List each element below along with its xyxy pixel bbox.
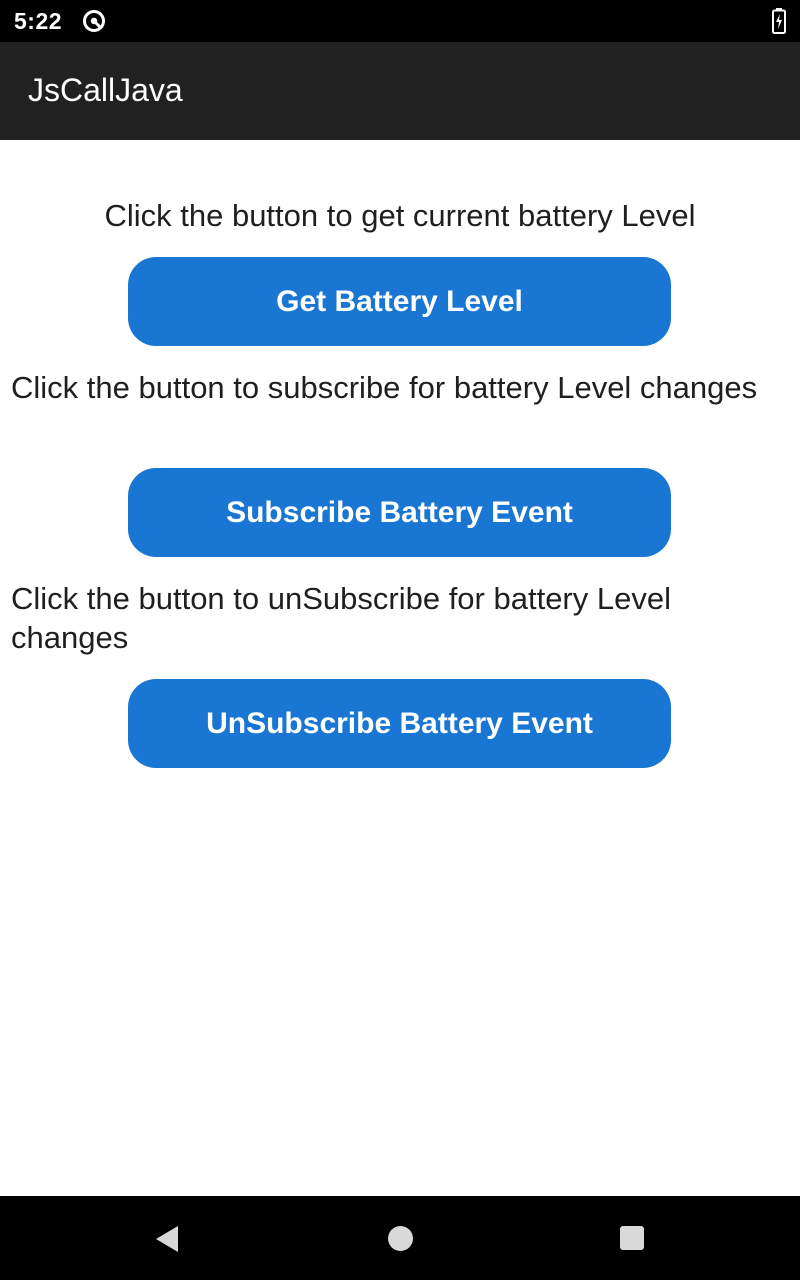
screen: 5:22 JsCallJava Click the button to get … xyxy=(0,0,800,1280)
recents-icon[interactable] xyxy=(620,1226,644,1250)
unsubscribe-prompt: Click the button to unSubscribe for batt… xyxy=(11,581,671,655)
app-bar: JsCallJava xyxy=(0,42,800,140)
do-not-disturb-icon xyxy=(83,10,105,32)
get-battery-level-button[interactable]: Get Battery Level xyxy=(128,257,671,346)
app-title: JsCallJava xyxy=(28,72,183,108)
navigation-bar xyxy=(0,1196,800,1280)
subscribe-battery-event-button[interactable]: Subscribe Battery Event xyxy=(128,468,671,557)
status-time: 5:22 xyxy=(14,8,63,34)
back-icon[interactable] xyxy=(154,1224,180,1254)
main-content: Click the button to get current battery … xyxy=(0,140,800,1196)
battery-charging-icon xyxy=(772,8,786,34)
get-level-prompt: Click the button to get current battery … xyxy=(104,198,696,233)
unsubscribe-battery-event-button[interactable]: UnSubscribe Battery Event xyxy=(128,679,671,768)
status-bar: 5:22 xyxy=(0,0,800,42)
home-icon[interactable] xyxy=(388,1226,413,1251)
subscribe-prompt: Click the button to subscribe for batter… xyxy=(11,370,758,405)
